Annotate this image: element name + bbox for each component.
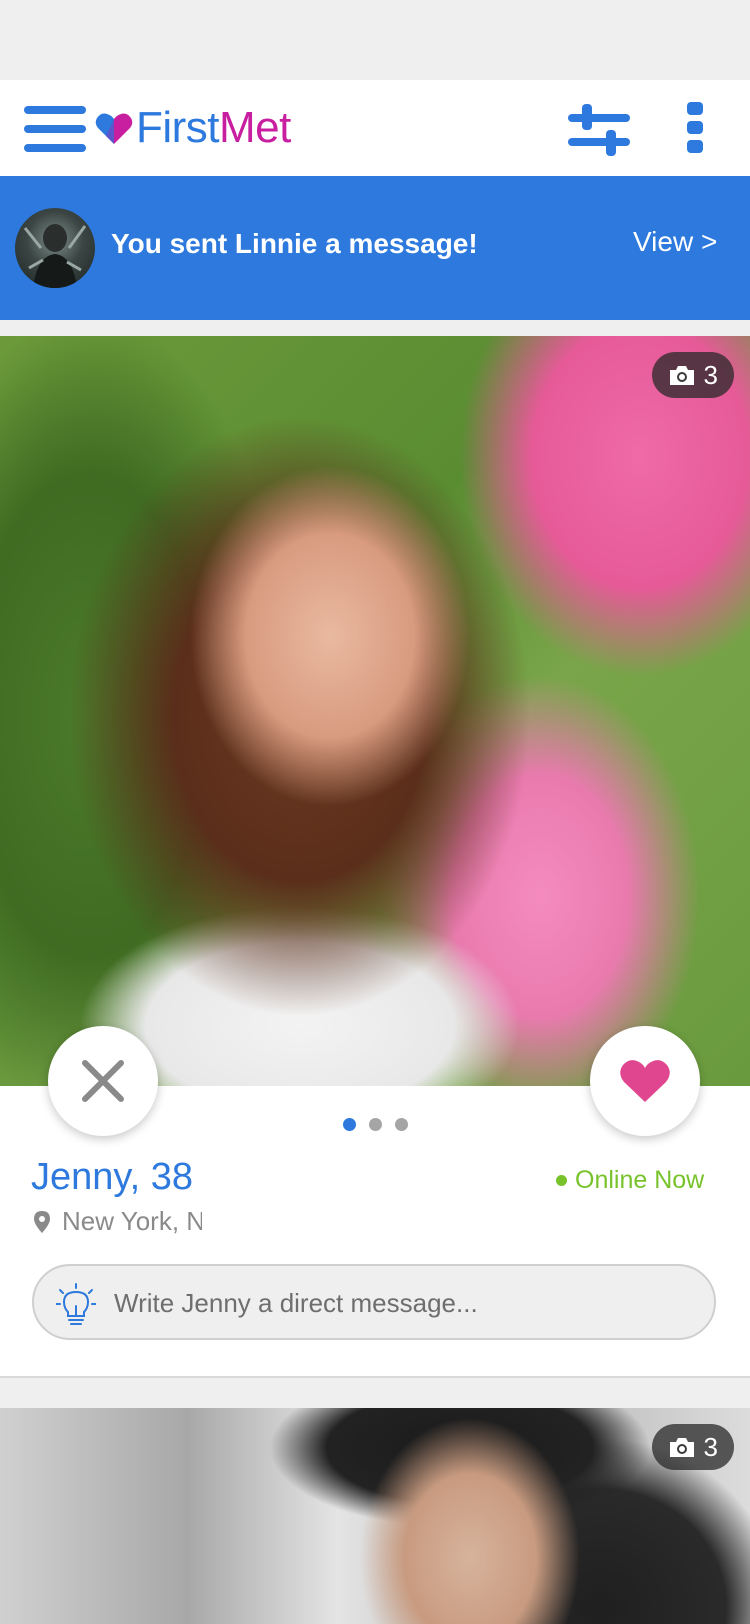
next-profile-photo[interactable]: 3 <box>0 1408 750 1624</box>
more-options-icon[interactable] <box>680 98 710 158</box>
lightbulb-icon <box>56 1283 96 1325</box>
online-status-text: Online Now <box>575 1166 705 1194</box>
status-bar <box>0 0 750 80</box>
app-logo: FirstMet <box>94 100 291 156</box>
dislike-button[interactable] <box>48 1026 158 1136</box>
profile-name-age[interactable]: Jenny, 38 <box>31 1156 193 1199</box>
avatar <box>15 208 95 288</box>
photo-dot-2[interactable] <box>369 1118 382 1131</box>
online-status: Online Now <box>556 1166 704 1195</box>
profile-card: 3 Jenny, 38 Online Now New York, NY <box>0 336 750 1378</box>
photo-dot-3[interactable] <box>395 1118 408 1131</box>
next-photo-count-badge: 3 <box>651 1424 734 1470</box>
heart-logo-icon <box>95 113 133 144</box>
profile-location: New York, NY <box>34 1206 202 1237</box>
banner-view-link[interactable]: View > <box>633 226 717 258</box>
photo-pagination <box>343 1118 408 1131</box>
message-sent-banner[interactable]: You sent Linnie a message! View > <box>0 176 750 320</box>
logo-text-first: First <box>136 103 220 152</box>
camera-icon <box>669 1438 694 1457</box>
heart-icon <box>620 1060 670 1102</box>
like-button[interactable] <box>590 1026 700 1136</box>
direct-message-input[interactable] <box>112 1266 706 1340</box>
photo-count-text: 3 <box>703 359 718 390</box>
banner-message-text: You sent Linnie a message! <box>111 228 478 259</box>
logo-text-met: Met <box>219 103 291 152</box>
photo-dot-1[interactable] <box>343 1118 356 1131</box>
app-header: FirstMet <box>0 80 750 176</box>
online-dot-icon <box>556 1175 567 1186</box>
filter-sliders-icon[interactable] <box>566 100 632 160</box>
profile-photo[interactable]: 3 <box>0 336 750 1086</box>
close-icon <box>82 1060 124 1102</box>
direct-message-box[interactable] <box>32 1264 716 1340</box>
next-photo-count-text: 3 <box>703 1431 718 1462</box>
photo-count-badge: 3 <box>651 352 734 398</box>
hamburger-menu-icon[interactable] <box>24 104 88 154</box>
location-pin-icon <box>34 1210 50 1233</box>
location-text: New York, NY <box>62 1206 202 1236</box>
camera-icon <box>669 366 694 385</box>
